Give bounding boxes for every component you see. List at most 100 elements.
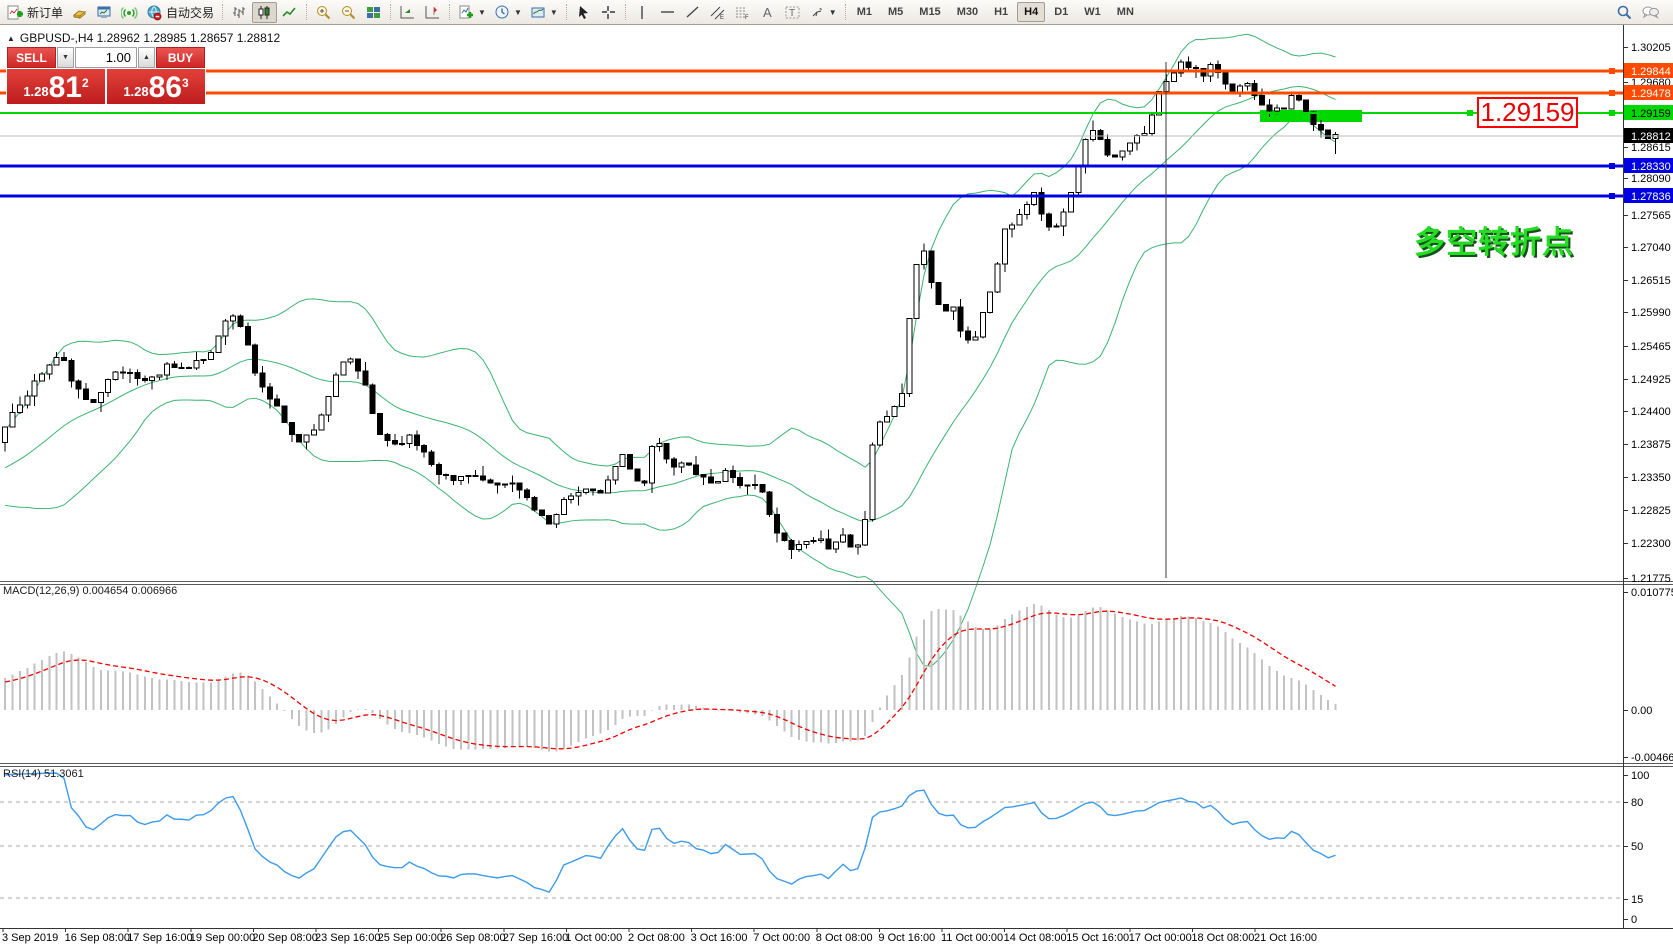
crosshair-icon [600, 4, 617, 21]
volume-decrement-button[interactable]: ▼ [57, 47, 74, 68]
svg-text:1.28812: 1.28812 [1631, 131, 1671, 143]
zoom-out-icon [340, 4, 357, 21]
svg-text:25 Sep 00:00: 25 Sep 00:00 [378, 932, 443, 944]
timeframe-button-h4[interactable]: H4 [1017, 2, 1045, 22]
sell-price-button[interactable]: 1.28812 [7, 69, 105, 104]
svg-text:19 Sep 00:00: 19 Sep 00:00 [190, 932, 255, 944]
tile-windows-icon [365, 4, 382, 21]
buy-price-big: 86 [149, 73, 182, 103]
buy-price-small: 1.28 [123, 84, 148, 99]
vertical-line-icon [634, 4, 651, 21]
one-click-trading-panel: SELL ▼ 1.00 ▲ BUY 1.28812 1.28863 [6, 46, 206, 105]
timeframe-button-m15[interactable]: M15 [912, 2, 947, 22]
svg-text:21 Oct 16:00: 21 Oct 16:00 [1254, 932, 1317, 944]
svg-text:80: 80 [1631, 797, 1643, 809]
timeframe-button-m30[interactable]: M30 [950, 2, 985, 22]
timeframe-button-h1[interactable]: H1 [987, 2, 1015, 22]
symbol-ohlc-text: GBPUSD-,H4 1.28962 1.28985 1.28657 1.288… [20, 31, 280, 45]
search-button[interactable] [1612, 2, 1637, 23]
collapse-panel-icon[interactable]: ▲ [7, 34, 15, 43]
templates-button[interactable]: ▼ [526, 2, 562, 23]
auto-scroll-button[interactable] [395, 2, 420, 23]
svg-text:0: 0 [1631, 914, 1637, 926]
autotrading-icon [146, 4, 163, 21]
svg-text:26 Sep 08:00: 26 Sep 08:00 [440, 932, 505, 944]
data-window-icon [96, 4, 113, 21]
trendline-icon [684, 4, 701, 21]
level-lines [0, 68, 1623, 199]
candlestick-chart-type-button[interactable] [252, 2, 277, 23]
time-axis: 3 Sep 201916 Sep 08:0017 Sep 16:0019 Sep… [2, 928, 1317, 944]
svg-text:17 Sep 16:00: 17 Sep 16:00 [127, 932, 192, 944]
trendline-tool-button[interactable] [680, 2, 705, 23]
svg-text:100: 100 [1631, 770, 1649, 782]
svg-text:1.24925: 1.24925 [1631, 374, 1671, 386]
toolbar-separator [222, 4, 223, 20]
svg-text:1 Oct 00:00: 1 Oct 00:00 [565, 932, 622, 944]
timeframe-button-d1[interactable]: D1 [1047, 2, 1075, 22]
arrows-tool-button[interactable]: ▼ [805, 2, 841, 23]
chart-shift-button[interactable] [420, 2, 445, 23]
autotrading-button[interactable]: 自动交易 [142, 2, 218, 23]
tile-windows-button[interactable] [361, 2, 386, 23]
svg-text:14 Oct 08:00: 14 Oct 08:00 [1004, 932, 1067, 944]
crosshair-button[interactable] [596, 2, 621, 23]
buy-price-button[interactable]: 1.28863 [107, 69, 205, 104]
text-label-icon: T [784, 4, 801, 21]
sell-button[interactable]: SELL [7, 47, 56, 68]
svg-text:1.27836: 1.27836 [1631, 191, 1671, 203]
periods-button[interactable]: ▼ [490, 2, 526, 23]
timeframe-button-mn[interactable]: MN [1110, 2, 1141, 22]
svg-text:1.27040: 1.27040 [1631, 242, 1671, 254]
svg-text:1.28330: 1.28330 [1631, 161, 1671, 173]
signals-button[interactable] [117, 2, 142, 23]
market-watch-button[interactable] [67, 2, 92, 23]
timeframe-group: M1M5M15M30H1H4D1W1MN [850, 2, 1141, 22]
volume-input[interactable]: 1.00 [75, 47, 137, 68]
svg-text:0.010775: 0.010775 [1631, 587, 1673, 599]
new-order-button[interactable]: 新订单 [3, 2, 67, 23]
new-order-icon [7, 4, 24, 21]
toolbar-separator [625, 4, 626, 20]
text-label-tool-button[interactable]: T [780, 2, 805, 23]
chat-button[interactable] [1637, 2, 1664, 23]
svg-text:7 Oct 00:00: 7 Oct 00:00 [753, 932, 810, 944]
toolbar: 新订单 自动交易 [0, 0, 1673, 25]
toolbar-separator [390, 4, 391, 20]
svg-text:1.29159: 1.29159 [1631, 108, 1671, 120]
indicators-button[interactable]: ▼ [454, 2, 490, 23]
fibonacci-tool-button[interactable]: F [730, 2, 755, 23]
price-annotation-box: 1.29159 [1477, 97, 1578, 128]
svg-text:E: E [720, 15, 724, 21]
cursor-button[interactable] [571, 2, 596, 23]
zoom-out-button[interactable] [336, 2, 361, 23]
timeframe-button-m5[interactable]: M5 [881, 2, 910, 22]
channel-tool-button[interactable]: E [705, 2, 730, 23]
buy-price-pip: 3 [182, 76, 189, 90]
line-chart-type-button[interactable] [277, 2, 302, 23]
sell-price-pip: 2 [82, 76, 89, 90]
text-tool-button[interactable]: A [755, 2, 780, 23]
buy-button[interactable]: BUY [156, 47, 205, 68]
data-window-button[interactable] [92, 2, 117, 23]
vertical-line-tool-button[interactable] [630, 2, 655, 23]
sell-price-big: 81 [49, 73, 82, 103]
svg-text:50: 50 [1631, 841, 1643, 853]
text-icon: A [759, 4, 776, 21]
svg-text:3 Sep 2019: 3 Sep 2019 [2, 932, 58, 944]
pane-frame [0, 25, 1673, 929]
price-chart-canvas[interactable]: 1.302051.296801.286151.280901.275651.270… [0, 0, 1673, 947]
timeframe-button-w1[interactable]: W1 [1077, 2, 1108, 22]
svg-text:17 Oct 00:00: 17 Oct 00:00 [1129, 932, 1192, 944]
toolbar-separator [845, 4, 846, 20]
template-icon [530, 4, 547, 21]
timeframe-button-m1[interactable]: M1 [850, 2, 879, 22]
bar-chart-icon [231, 4, 248, 21]
svg-text:1.24400: 1.24400 [1631, 406, 1671, 418]
zoom-in-button[interactable] [311, 2, 336, 23]
svg-text:A: A [763, 5, 772, 20]
svg-text:1.28615: 1.28615 [1631, 142, 1671, 154]
horizontal-line-tool-button[interactable] [655, 2, 680, 23]
bar-chart-type-button[interactable] [227, 2, 252, 23]
volume-increment-button[interactable]: ▲ [138, 47, 155, 68]
